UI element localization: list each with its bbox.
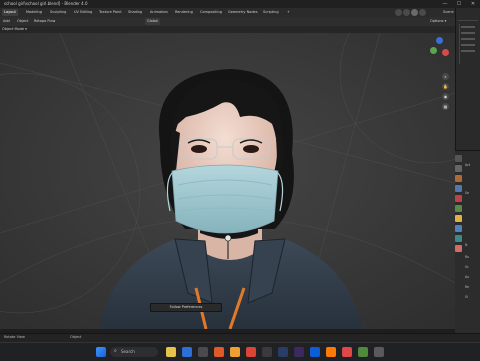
outliner-item[interactable] xyxy=(461,50,475,52)
orientation-dropdown[interactable]: Global xyxy=(145,18,161,25)
camera-icon[interactable]: ◉ xyxy=(442,93,449,100)
scene-tab-icon[interactable] xyxy=(455,195,462,202)
app-icon[interactable] xyxy=(214,347,224,357)
store-icon[interactable] xyxy=(198,347,208,357)
zoom-icon[interactable]: ⌕ xyxy=(442,73,449,80)
window-titlebar: school girl\school girl.blend] - Blender… xyxy=(0,0,480,8)
window-title: school girl\school girl.blend] - Blender… xyxy=(4,1,88,6)
prop-label: Ru xyxy=(465,255,470,259)
navigation-gizmo[interactable] xyxy=(428,37,452,71)
retopoflow-menu[interactable]: Retopo Flow xyxy=(34,18,55,25)
y-axis-icon[interactable] xyxy=(430,47,437,54)
scene-selector[interactable]: Scene xyxy=(441,9,456,16)
acrobat-icon[interactable] xyxy=(342,347,352,357)
tab-layout[interactable]: Layout xyxy=(2,9,18,16)
outliner-item[interactable] xyxy=(461,32,475,34)
rendered-icon[interactable] xyxy=(419,9,426,16)
tab-sculpting[interactable]: Sculpting xyxy=(48,9,68,16)
outliner-item[interactable] xyxy=(461,38,475,40)
pan-icon[interactable]: ✋ xyxy=(442,83,449,90)
tab-shading[interactable]: Shading xyxy=(126,9,144,16)
tab-scripting[interactable]: Scripting xyxy=(261,9,281,16)
prop-label: Sc xyxy=(465,265,469,269)
object-menu[interactable]: Object xyxy=(17,18,28,25)
premiere-icon[interactable] xyxy=(294,347,304,357)
status-left: Rotate View xyxy=(4,335,25,339)
workspace-bar: Layout Modeling Sculpting UV Editing Tex… xyxy=(0,8,480,17)
os-taskbar: ⌕ Search xyxy=(0,342,480,361)
particles-tab-icon[interactable] xyxy=(455,235,462,242)
modifiers-tab-icon[interactable] xyxy=(455,225,462,232)
prop-label: Act xyxy=(465,163,471,167)
prop-label: Re xyxy=(465,285,470,289)
status-bar: Rotate View Object xyxy=(0,333,480,342)
tool-tab-icon[interactable] xyxy=(455,155,462,162)
app-icon[interactable] xyxy=(310,347,320,357)
file-explorer-icon[interactable] xyxy=(166,347,176,357)
grid-icon[interactable]: ▦ xyxy=(442,103,449,110)
world-tab-icon[interactable] xyxy=(455,205,462,212)
add-menu[interactable]: Add xyxy=(3,18,10,25)
tab-uv-editing[interactable]: UV Editing xyxy=(72,9,94,16)
search-box[interactable]: ⌕ Search xyxy=(110,347,158,357)
start-icon[interactable] xyxy=(96,347,106,357)
prop-label: N xyxy=(465,243,468,247)
blender-icon[interactable] xyxy=(230,347,240,357)
close-button[interactable]: ✕ xyxy=(466,0,480,8)
tab-rendering[interactable]: Rendering xyxy=(173,9,195,16)
output-tab-icon[interactable] xyxy=(455,175,462,182)
wireframe-icon[interactable] xyxy=(395,9,402,16)
app-icon[interactable] xyxy=(374,347,384,357)
app-icon[interactable] xyxy=(262,347,272,357)
search-placeholder: Search xyxy=(121,349,135,354)
3d-viewport[interactable]: ⌕ ✋ ◉ ▦ Follow Preferences xyxy=(0,33,455,329)
z-axis-icon[interactable] xyxy=(436,37,443,44)
maximize-button[interactable]: ☐ xyxy=(452,0,466,8)
minimize-button[interactable]: — xyxy=(438,0,452,8)
object-mode-dropdown[interactable]: Object Mode ▾ xyxy=(2,26,27,33)
search-icon: ⌕ xyxy=(114,348,117,354)
prop-label: Se xyxy=(465,191,469,195)
shading-toggles xyxy=(395,9,435,16)
chrome-icon[interactable] xyxy=(246,347,256,357)
tab-compositing[interactable]: Compositing xyxy=(198,9,224,16)
edge-icon[interactable] xyxy=(182,347,192,357)
follow-preferences-dropdown[interactable]: Follow Preferences xyxy=(150,303,222,312)
viewport-subheader: Object Mode ▾ xyxy=(0,26,455,33)
tab-geometry-nodes[interactable]: Geometry Nodes xyxy=(226,9,260,16)
illustrator-icon[interactable] xyxy=(326,347,336,357)
outliner-item[interactable] xyxy=(461,26,475,28)
tab-modeling[interactable]: Modeling xyxy=(24,9,44,16)
material-tab-icon[interactable] xyxy=(455,245,462,252)
tab-texture-paint[interactable]: Texture Paint xyxy=(97,9,124,16)
material-preview-icon[interactable] xyxy=(411,9,418,16)
options-dropdown[interactable]: Options ▾ xyxy=(430,18,446,25)
outliner-item[interactable] xyxy=(461,44,475,46)
app-icon[interactable] xyxy=(358,347,368,357)
x-axis-icon[interactable] xyxy=(442,49,449,56)
prop-label: Au xyxy=(465,275,470,279)
solid-icon[interactable] xyxy=(403,9,410,16)
viewport-header: Add Object Retopo Flow Global Options ▾ xyxy=(0,17,455,26)
render-tab-icon[interactable] xyxy=(455,165,462,172)
properties-panel[interactable]: Act Se N Ru Sc Au Re Si xyxy=(455,150,480,334)
tab-animation[interactable]: Animation xyxy=(148,9,170,16)
viewport-render xyxy=(0,33,455,329)
status-right: Object xyxy=(70,335,82,339)
object-tab-icon[interactable] xyxy=(455,215,462,222)
add-workspace-button[interactable]: + xyxy=(285,9,292,16)
prop-label: Si xyxy=(465,295,468,299)
photoshop-icon[interactable] xyxy=(278,347,288,357)
view-layer-tab-icon[interactable] xyxy=(455,185,462,192)
